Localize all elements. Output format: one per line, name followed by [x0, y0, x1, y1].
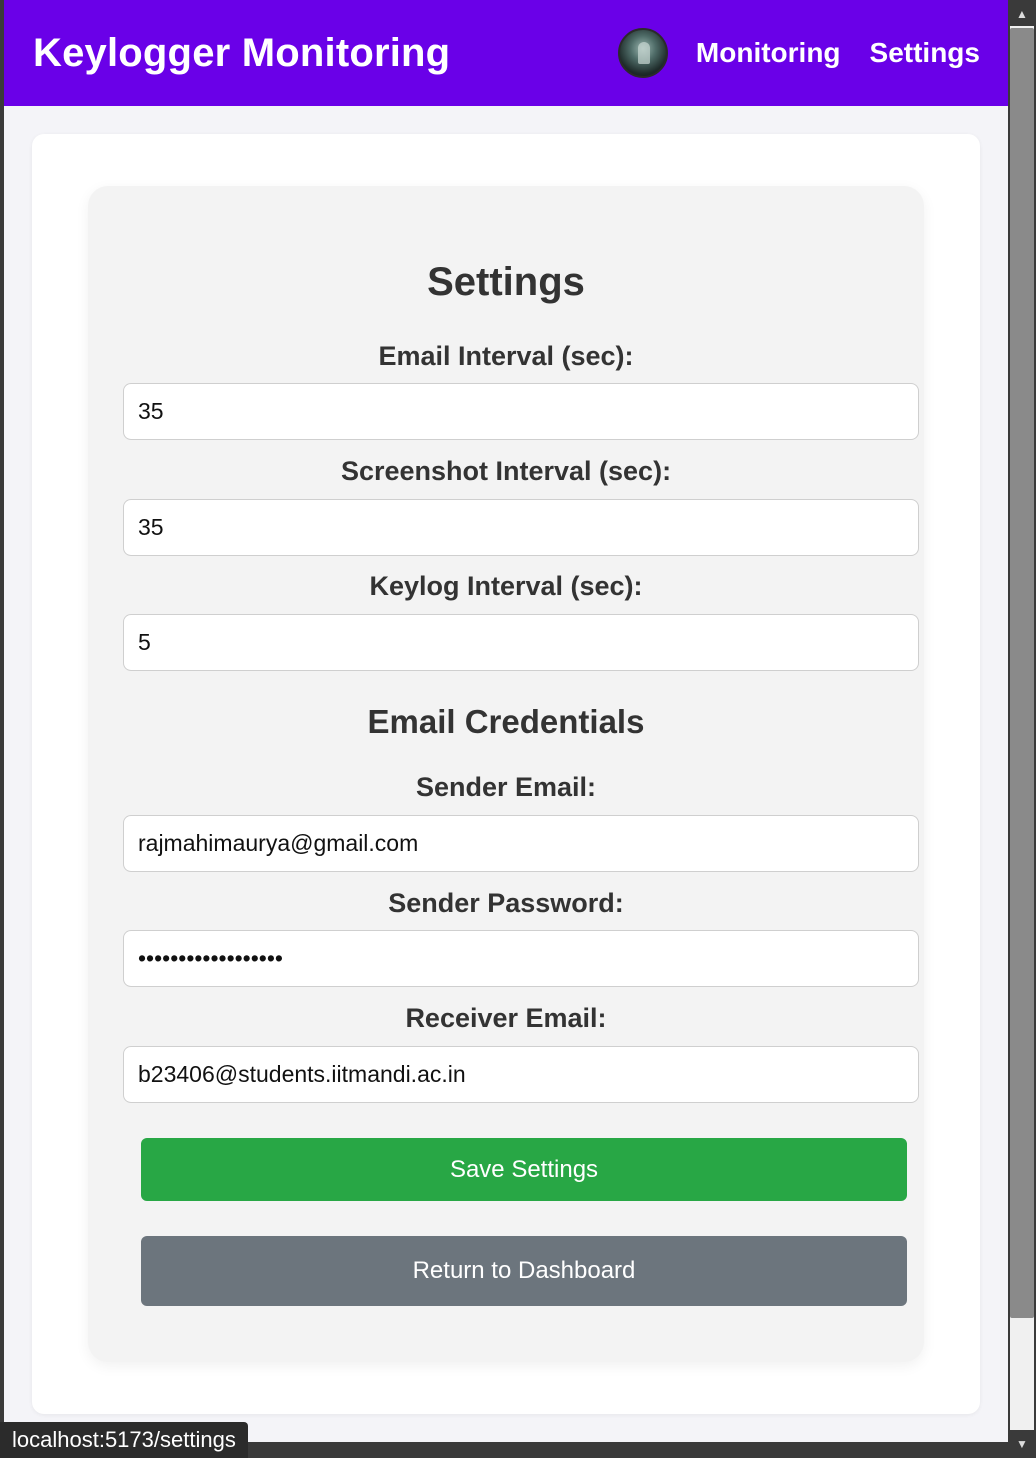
keylog-interval-input[interactable]: [123, 614, 919, 671]
settings-title: Settings: [427, 260, 585, 304]
status-bar-url: localhost:5173/settings: [0, 1422, 248, 1458]
navbar: Keylogger Monitoring Monitoring Settings: [4, 0, 1008, 106]
email-credentials-heading: Email Credentials: [367, 703, 645, 740]
scroll-down-arrow-icon[interactable]: ▼: [1008, 1432, 1036, 1456]
receiver-email-label: Receiver Email:: [405, 1003, 607, 1033]
brand-title: Keylogger Monitoring: [33, 30, 451, 75]
sender-email-input[interactable]: [123, 815, 919, 872]
settings-card: Settings Email Interval (sec): Screensho…: [32, 134, 980, 1414]
profile-avatar-icon[interactable]: [617, 28, 668, 78]
settings-panel: Settings Email Interval (sec): Screensho…: [88, 186, 924, 1362]
page-viewport: Keylogger Monitoring Monitoring Settings…: [4, 0, 1008, 1442]
save-settings-button[interactable]: Save Settings: [141, 1138, 907, 1201]
screenshot-interval-input[interactable]: [123, 499, 919, 556]
sender-email-label: Sender Email:: [415, 772, 597, 802]
return-to-dashboard-button[interactable]: Return to Dashboard: [141, 1236, 907, 1306]
email-interval-label: Email Interval (sec):: [378, 341, 634, 371]
nav-link-monitoring[interactable]: Monitoring: [696, 37, 841, 69]
sender-password-label: Sender Password:: [388, 888, 624, 918]
vertical-scrollbar[interactable]: ▲ ▼: [1008, 0, 1036, 1458]
email-interval-input[interactable]: [123, 383, 919, 440]
scroll-up-arrow-icon[interactable]: ▲: [1008, 2, 1036, 26]
screenshot-interval-label: Screenshot Interval (sec):: [340, 456, 672, 486]
keylog-interval-label: Keylog Interval (sec):: [369, 571, 643, 601]
nav-right: Monitoring Settings: [617, 28, 980, 78]
receiver-email-input[interactable]: [123, 1046, 919, 1103]
sender-password-input[interactable]: [123, 930, 919, 987]
nav-link-settings[interactable]: Settings: [870, 37, 980, 69]
scroll-thumb[interactable]: [1010, 28, 1034, 1318]
